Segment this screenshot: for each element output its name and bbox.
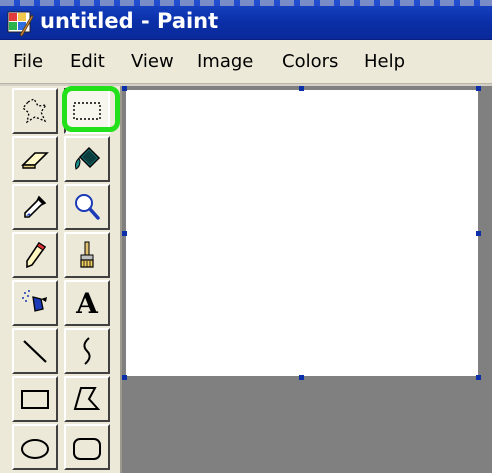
resize-handle-top-left bbox=[122, 86, 127, 91]
tool-line[interactable] bbox=[12, 328, 58, 374]
menu-file[interactable]: File bbox=[13, 50, 43, 74]
magnifier-icon bbox=[75, 194, 100, 220]
menu-colors[interactable]: Colors bbox=[282, 50, 338, 74]
polygon-icon bbox=[73, 387, 101, 410]
eraser-icon bbox=[21, 152, 49, 169]
drawing-canvas[interactable] bbox=[126, 90, 478, 376]
text-icon: A bbox=[76, 286, 98, 320]
resize-handle-top-right bbox=[476, 86, 481, 91]
rectangle-icon bbox=[21, 390, 49, 409]
rect-select-icon bbox=[73, 102, 101, 120]
resize-handle-bottom-left bbox=[122, 375, 127, 380]
menu-bar: File Edit View Image Colors Help bbox=[0, 40, 492, 84]
menu-image[interactable]: Image bbox=[197, 50, 253, 74]
menu-view[interactable]: View bbox=[131, 50, 174, 74]
resize-handle-left bbox=[122, 231, 127, 236]
tool-ellipse[interactable] bbox=[12, 424, 58, 470]
airbrush-icon bbox=[22, 290, 47, 312]
tool-free-form-select[interactable] bbox=[12, 88, 58, 134]
brush-icon bbox=[80, 241, 94, 268]
paint-bucket-icon bbox=[74, 146, 101, 170]
title-bar[interactable]: untitled - Paint bbox=[0, 0, 492, 40]
resize-handle-bottom[interactable] bbox=[299, 375, 304, 380]
ellipse-icon bbox=[21, 439, 49, 459]
tool-pencil[interactable] bbox=[12, 232, 58, 278]
menu-help[interactable]: Help bbox=[364, 50, 405, 74]
tool-text[interactable]: A bbox=[64, 280, 110, 326]
tool-airbrush[interactable] bbox=[12, 280, 58, 326]
resize-handle-top bbox=[299, 86, 304, 91]
paint-app-icon[interactable] bbox=[6, 9, 34, 37]
tool-polygon[interactable] bbox=[64, 376, 110, 422]
tool-select[interactable] bbox=[64, 88, 110, 134]
tool-pick-color[interactable] bbox=[12, 184, 58, 230]
tool-rounded-rectangle[interactable] bbox=[64, 424, 110, 470]
resize-handle-right[interactable] bbox=[476, 231, 481, 236]
window-title: untitled - Paint bbox=[40, 9, 219, 33]
tool-eraser[interactable] bbox=[12, 136, 58, 182]
tool-rectangle[interactable] bbox=[12, 376, 58, 422]
tool-fill-with-color[interactable] bbox=[64, 136, 110, 182]
resize-handle-bottom-right[interactable] bbox=[476, 375, 481, 380]
menu-edit[interactable]: Edit bbox=[70, 50, 105, 74]
tool-magnifier[interactable] bbox=[64, 184, 110, 230]
tool-curve[interactable] bbox=[64, 328, 110, 374]
rounded-rectangle-icon bbox=[73, 438, 101, 460]
tool-brush[interactable] bbox=[64, 232, 110, 278]
free-form-select-icon bbox=[22, 98, 48, 124]
pencil-icon bbox=[26, 241, 47, 269]
curve-icon bbox=[83, 337, 91, 365]
line-icon bbox=[23, 340, 47, 363]
eyedropper-icon bbox=[24, 195, 47, 218]
